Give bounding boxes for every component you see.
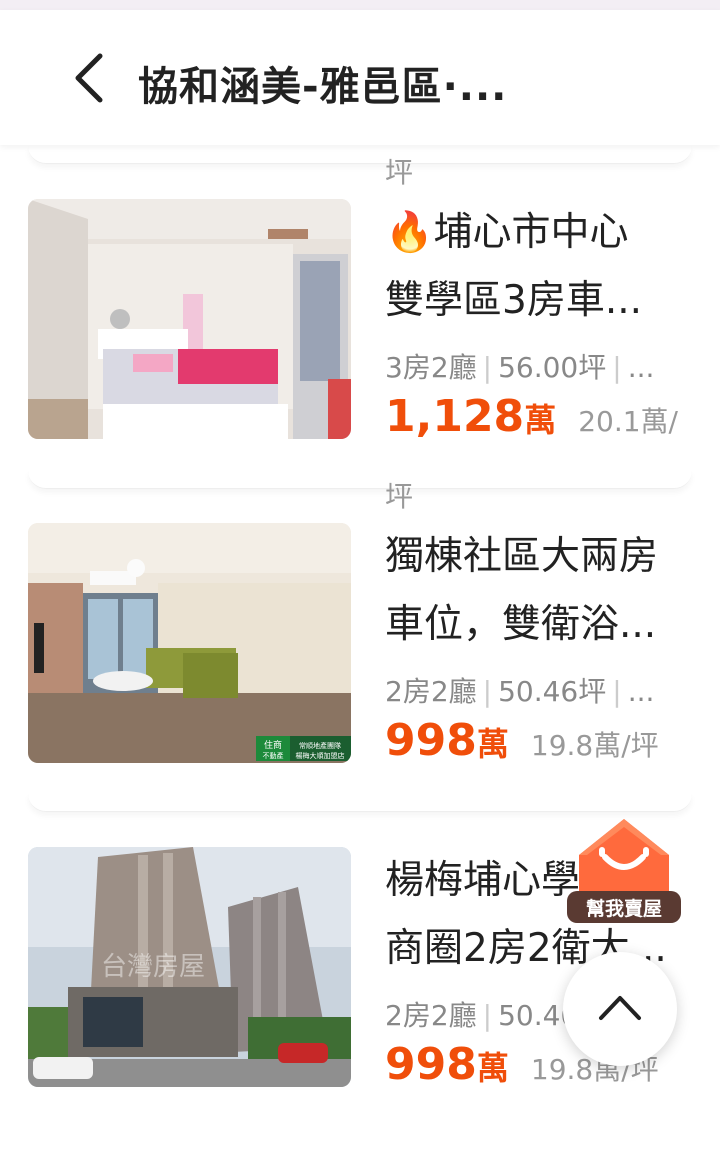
listing-photo[interactable] [28, 199, 351, 439]
sell-label: 幫我賣屋 [586, 897, 662, 920]
total-price: 998 [385, 1039, 477, 1090]
more-meta: ... [627, 351, 655, 384]
listing-card[interactable]: 🔥埔心市中心 雙學區3房車... 3房2廳 | 56.00坪 |... 1,128萬 2… [0, 199, 720, 499]
listing-title-line-1: 獨棟社區大兩房 [385, 534, 659, 579]
watermark-agency: 常順地產團隊 [299, 741, 341, 750]
back-button[interactable] [62, 48, 122, 108]
listing-meta: 2房2廳|50.46坪|... [385, 670, 654, 710]
meta-divider: | [482, 675, 493, 708]
chevron-left-icon [75, 53, 103, 103]
listing-title-line-2: 雙學區3房車... [385, 278, 643, 323]
previous-price-unit: 坪 [385, 156, 414, 189]
top-app-bar: 協和涵美-雅邑區·... [0, 10, 720, 145]
unit-price: 20.1萬/ [578, 405, 678, 438]
more-meta: ... [627, 675, 655, 708]
price-row: 998萬 19.8萬/坪 [385, 715, 659, 766]
watermark-brand-sub: 不動產 [263, 751, 284, 760]
total-price: 1,128 [385, 391, 525, 442]
room-count: 3房2廳 [385, 351, 477, 384]
card-divider [28, 470, 692, 489]
listing-meta: 3房2廳 | 56.00坪 |... [385, 346, 654, 386]
page-title: 協和涵美-雅邑區·... [138, 64, 508, 110]
listing-title-line-1: 🔥埔心市中心 [385, 210, 629, 255]
meta-divider: | [482, 999, 493, 1032]
listing-title[interactable]: 獨棟社區大兩房 車位，雙衛浴... [385, 523, 695, 659]
price-unit: 萬 [476, 725, 509, 763]
listing-card[interactable]: 住商 不動產 常順地產團隊 楊梅大順加盟店 獨棟社區大兩房 車位，雙衛浴... … [0, 523, 720, 823]
room-count: 2房2廳 [385, 675, 477, 708]
scroll-to-top-button[interactable] [563, 952, 677, 1066]
meta-divider: | [612, 675, 622, 708]
card-divider [28, 793, 692, 812]
photo-watermark: 台灣房屋 [101, 952, 205, 982]
price-unit: 萬 [476, 1049, 509, 1087]
room-count: 2房2廳 [385, 999, 477, 1032]
unit-price-wrap: 坪 [385, 480, 414, 513]
price-row: 1,128萬 20.1萬/ [385, 391, 678, 442]
chevron-up-icon [599, 996, 641, 1020]
card-divider [28, 145, 692, 164]
listing-title-line-2: 車位，雙衛浴... [385, 602, 657, 647]
meta-divider: | [612, 351, 622, 384]
floor-area: 56.00坪 [498, 351, 607, 384]
status-strip [0, 0, 720, 10]
floor-area: 50.46坪 [498, 675, 607, 708]
unit-price: 19.8萬/坪 [530, 729, 659, 762]
house-smile-icon: 幫我賣屋 [567, 819, 681, 923]
watermark-brand: 住商 [264, 739, 282, 751]
listing-title[interactable]: 🔥埔心市中心 雙學區3房車... [385, 199, 695, 335]
sell-my-house-button[interactable]: 幫我賣屋 [565, 815, 683, 927]
building-photo: 台灣房屋 [28, 847, 351, 1087]
listing-photo[interactable]: 住商 不動產 常順地產團隊 楊梅大順加盟店 [28, 523, 351, 763]
total-price: 998 [385, 715, 477, 766]
meta-divider: | [482, 351, 493, 384]
listing-photo[interactable]: 台灣房屋 [28, 847, 351, 1087]
bedroom-photo [28, 199, 351, 439]
living-room-photo: 住商 不動產 常順地產團隊 楊梅大順加盟店 [28, 523, 351, 763]
price-unit: 萬 [524, 401, 557, 439]
watermark-branch: 楊梅大順加盟店 [296, 751, 345, 760]
